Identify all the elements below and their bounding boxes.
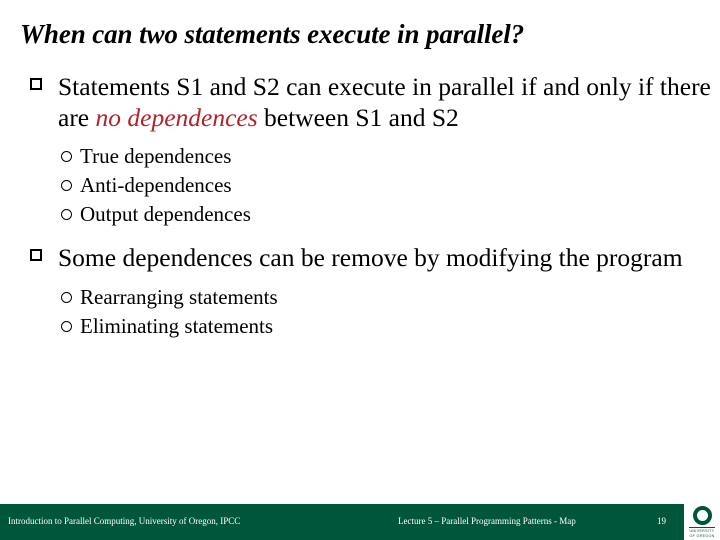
- sub-bullet-label: True dependences: [80, 144, 232, 168]
- hollow-circle-bullet-icon: [61, 320, 72, 332]
- hollow-circle-bullet-icon: [61, 209, 72, 220]
- sub-bullet-label: Eliminating statements: [80, 313, 274, 338]
- sub-bullet-label: Anti-dependences: [80, 173, 232, 197]
- footer-course-label: Introduction to Parallel Computing, Univ…: [8, 516, 241, 526]
- bullet-item-1-text: Statements S1 and S2 can execute in para…: [58, 72, 713, 133]
- hollow-circle-bullet-icon: [61, 291, 72, 303]
- logo-caption-line-2: OF OREGON: [689, 534, 715, 539]
- logo-divider: [689, 526, 715, 528]
- bullet-item-1: Statements S1 and S2 can execute in para…: [0, 72, 720, 133]
- hollow-square-bullet-icon: [30, 78, 42, 90]
- sub-bullet-true-dependences: True dependences: [0, 142, 720, 171]
- sub-bullet-label: Output dependences: [80, 202, 251, 226]
- page-title: When can two statements execute in paral…: [20, 19, 525, 49]
- sub-bullet-anti-dependences: Anti-dependences: [0, 171, 720, 200]
- oregon-o-icon: [692, 506, 712, 526]
- sub-bullet-output-dependences: Output dependences: [0, 200, 720, 229]
- sub-bullet-label: Rearranging statements: [80, 284, 278, 309]
- footer-bar: Introduction to Parallel Computing, Univ…: [0, 504, 684, 540]
- hollow-square-bullet-icon: [30, 249, 42, 261]
- slide-number: 19: [657, 516, 666, 526]
- footer-lecture-label: Lecture 5 – Parallel Programming Pattern…: [398, 516, 576, 526]
- sub-bullet-rearranging-statements: Rearranging statements: [0, 283, 720, 312]
- bullet-2-sub-list: Rearranging statements Eliminating state…: [0, 283, 720, 341]
- hollow-circle-bullet-icon: [61, 180, 72, 191]
- university-of-oregon-logo: UNIVERSITY OF OREGON: [684, 504, 720, 540]
- sub-bullet-eliminating-statements: Eliminating statements: [0, 312, 720, 341]
- hollow-circle-bullet-icon: [61, 151, 72, 162]
- bullet-item-2-text: Some dependences can be remove by modify…: [58, 243, 683, 272]
- logo-caption-line-1: UNIVERSITY: [689, 528, 715, 533]
- slide-content: Statements S1 and S2 can execute in para…: [0, 72, 720, 341]
- bullet-1-text-after: between S1 and S2: [257, 102, 459, 132]
- bullet-1-emphasis: no dependences: [95, 102, 258, 132]
- bullet-item-2: Some dependences can be remove by modify…: [0, 243, 720, 274]
- bullet-1-sub-list: True dependences Anti-dependences Output…: [0, 142, 720, 229]
